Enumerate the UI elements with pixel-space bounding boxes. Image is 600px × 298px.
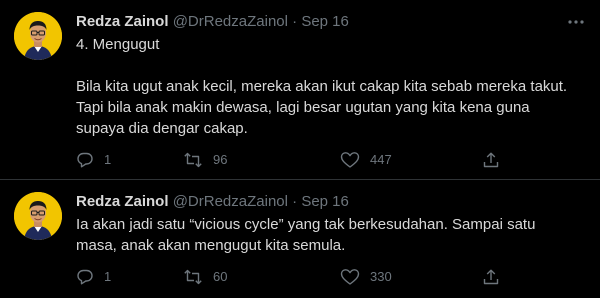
- tweet-actions: 1 96 447: [76, 150, 506, 170]
- retweet-button[interactable]: 60: [183, 267, 227, 287]
- tweet-2[interactable]: Redza Zainol @DrRedzaZainol · Sep 16 Ia …: [0, 180, 600, 298]
- meta-separator: ·: [292, 13, 298, 30]
- like-count: 330: [370, 269, 392, 284]
- like-button[interactable]: 447: [340, 150, 392, 170]
- author-name[interactable]: Redza Zainol: [76, 13, 169, 30]
- reply-count: 1: [104, 152, 112, 167]
- author-name[interactable]: Redza Zainol: [76, 193, 169, 210]
- tweet-text: Ia akan jadi satu “vicious cycle” yang t…: [76, 214, 588, 256]
- avatar[interactable]: [14, 12, 62, 60]
- avatar-portrait-icon: [14, 192, 62, 240]
- reply-icon: [77, 269, 93, 285]
- retweet-icon: [184, 269, 202, 285]
- author-handle[interactable]: @DrRedzaZainol: [173, 13, 288, 30]
- heart-icon: [340, 269, 360, 285]
- retweet-button[interactable]: 96: [183, 150, 227, 170]
- tweet-text-line: Bila kita ugut anak kecil, mereka akan i…: [76, 78, 568, 95]
- tweet-1[interactable]: Redza Zainol @DrRedzaZainol · Sep 16 4. …: [0, 0, 600, 180]
- tweet-actions: 1 60 330: [76, 267, 506, 287]
- retweet-count: 60: [213, 269, 228, 284]
- reply-count: 1: [104, 269, 112, 284]
- reply-button[interactable]: 1: [76, 267, 111, 287]
- reply-icon: [77, 152, 93, 168]
- tweet-text-line: Tapi bila anak makin dewasa, lagi besar …: [76, 99, 530, 116]
- tweet-text: 4. Mengugut Bila kita ugut anak kecil, m…: [76, 34, 588, 139]
- tweet-text-line: Ia akan jadi satu “vicious cycle” yang t…: [76, 216, 536, 233]
- retweet-icon: [184, 152, 202, 168]
- tweet-text-line: supaya dia dengar cakap.: [76, 120, 248, 137]
- like-count: 447: [370, 152, 392, 167]
- avatar-portrait-icon: [14, 12, 62, 60]
- tweet-header: Redza Zainol @DrRedzaZainol · Sep 16: [76, 192, 349, 212]
- tweet-header: Redza Zainol @DrRedzaZainol · Sep 16: [76, 12, 349, 32]
- tweet-date[interactable]: Sep 16: [301, 193, 349, 210]
- tweet-text-line: 4. Mengugut: [76, 36, 160, 53]
- meta-separator: ·: [292, 193, 298, 210]
- ellipsis-icon[interactable]: [566, 12, 586, 32]
- tweet-text-blank-line: [76, 55, 588, 76]
- share-icon: [483, 152, 499, 168]
- share-button[interactable]: [482, 150, 500, 170]
- share-button[interactable]: [482, 267, 500, 287]
- author-handle[interactable]: @DrRedzaZainol: [173, 193, 288, 210]
- share-icon: [483, 269, 499, 285]
- retweet-count: 96: [213, 152, 228, 167]
- heart-icon: [340, 152, 360, 168]
- reply-button[interactable]: 1: [76, 150, 111, 170]
- like-button[interactable]: 330: [340, 267, 392, 287]
- avatar[interactable]: [14, 192, 62, 240]
- tweet-date[interactable]: Sep 16: [301, 13, 349, 30]
- tweet-text-line: masa, anak akan mengugut kita semula.: [76, 237, 346, 254]
